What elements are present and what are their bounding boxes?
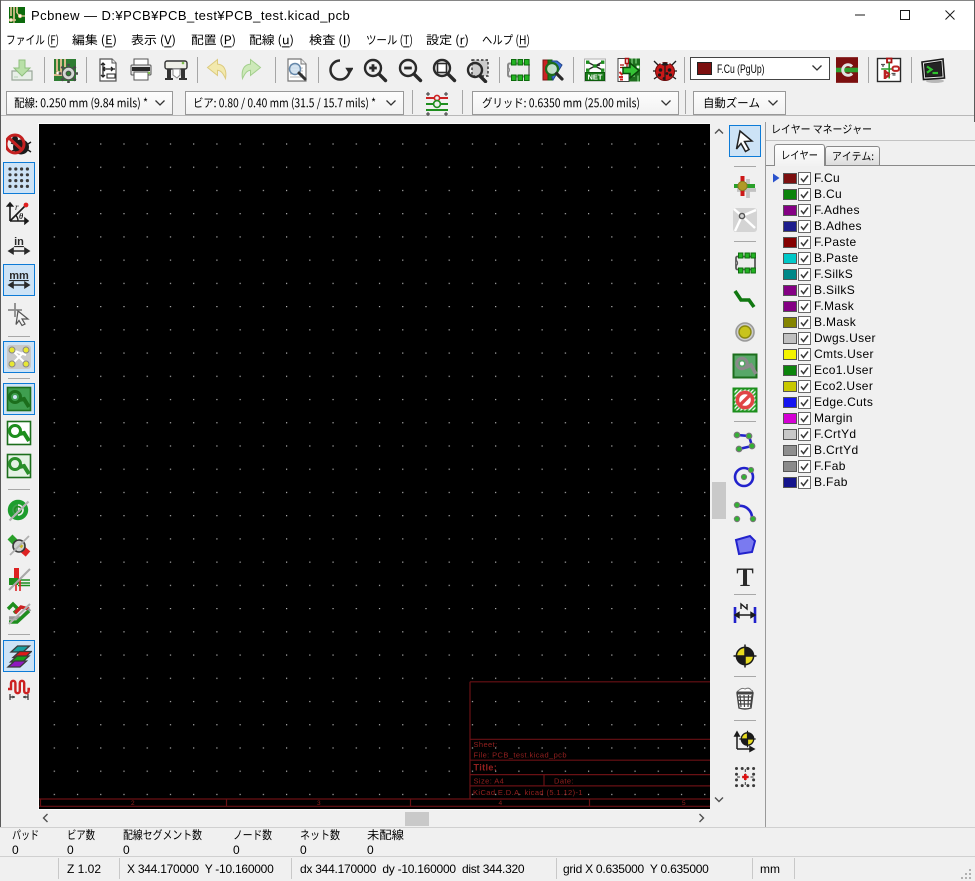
svg-text:mm: mm bbox=[9, 270, 29, 282]
svg-text:3: 3 bbox=[317, 799, 321, 806]
svg-text:2: 2 bbox=[131, 799, 135, 806]
svg-text:θ: θ bbox=[19, 212, 24, 221]
svg-text:Title:: Title: bbox=[474, 762, 498, 772]
svg-text:5: 5 bbox=[682, 799, 686, 806]
svg-text:T: T bbox=[736, 564, 753, 590]
svg-text:Date:: Date: bbox=[554, 776, 574, 785]
svg-text:KiCad E.D.A. kicad (5.1.12)-1: KiCad E.D.A. kicad (5.1.12)-1 bbox=[473, 788, 583, 797]
svg-text:4: 4 bbox=[499, 799, 503, 806]
svg-text:NET: NET bbox=[588, 72, 603, 81]
svg-text:File: PCB_test.kicad_pcb: File: PCB_test.kicad_pcb bbox=[474, 750, 567, 759]
svg-text:r: r bbox=[15, 202, 19, 212]
svg-text:in: in bbox=[14, 236, 24, 248]
svg-text:Size: A4: Size: A4 bbox=[474, 776, 505, 785]
svg-text:Sheet:: Sheet: bbox=[474, 740, 498, 749]
